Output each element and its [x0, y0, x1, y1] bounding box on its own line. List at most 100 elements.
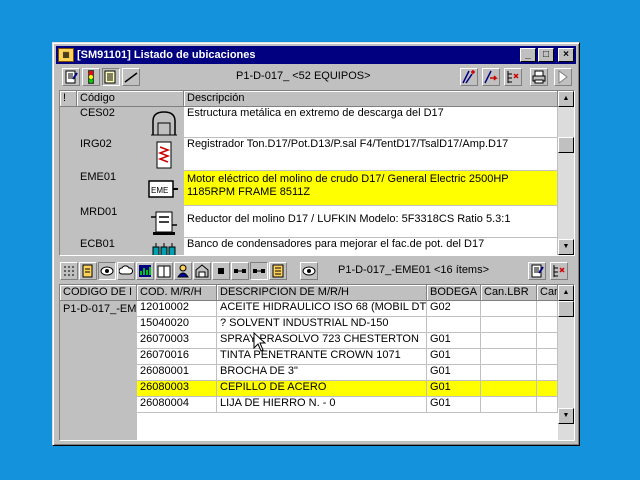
item-code[interactable]: 26070003: [137, 333, 217, 349]
scroll-down-button[interactable]: ▼: [558, 408, 574, 424]
item-qty[interactable]: [537, 365, 558, 381]
item-qty[interactable]: [537, 349, 558, 365]
item-qty-lbr-selected[interactable]: [481, 381, 537, 397]
item-code[interactable]: 12010002: [137, 301, 217, 317]
items-scrollbar[interactable]: ▲ ▼: [558, 285, 574, 440]
edit-icon[interactable]: [62, 68, 80, 86]
equipment-code: MRD01: [80, 206, 118, 218]
equipment-scrollbar[interactable]: ▲ ▼: [558, 91, 574, 255]
equipment-description-line2: 1185RPM FRAME 8511Z: [187, 186, 311, 198]
grip-icon[interactable]: [60, 262, 78, 280]
item-description[interactable]: LIJA DE HIERRO N. - 0: [217, 397, 427, 413]
equipment-description-selected[interactable]: Motor eléctrico del molino de crudo D17/…: [184, 171, 558, 206]
item-qty-lbr[interactable]: [481, 397, 537, 413]
grid-header-warehouse[interactable]: BODEGA: [427, 285, 481, 301]
eye-icon[interactable]: [98, 262, 116, 280]
book-icon[interactable]: [155, 262, 173, 280]
list-item[interactable]: ECB01: [77, 238, 184, 255]
item-description[interactable]: SPRAY PRASOLVO 723 CHESTERTON: [217, 333, 427, 349]
list-item[interactable]: IRG02: [77, 138, 184, 171]
warehouse-icon[interactable]: [193, 262, 211, 280]
item-description[interactable]: ? SOLVENT INDUSTRIAL ND-150: [217, 317, 427, 333]
electric-motor-icon: EME: [148, 180, 178, 198]
grid-header-code[interactable]: Código: [77, 91, 184, 107]
item-qty[interactable]: [537, 397, 558, 413]
item-qty-lbr[interactable]: [481, 349, 537, 365]
item-qty[interactable]: [537, 301, 558, 317]
item-qty-lbr[interactable]: [481, 317, 537, 333]
grid-header-item-code[interactable]: COD. M/R/H: [137, 285, 217, 301]
list-icon[interactable]: [102, 68, 120, 86]
row-indicator[interactable]: [60, 206, 77, 238]
pen-icon[interactable]: [122, 68, 140, 86]
notes-icon[interactable]: [269, 262, 287, 280]
item-qty[interactable]: [537, 317, 558, 333]
print-icon[interactable]: [530, 68, 548, 86]
edit-list-icon[interactable]: [528, 262, 546, 280]
list-item[interactable]: MRD01: [77, 206, 184, 238]
chart-icon[interactable]: [136, 262, 154, 280]
item-description-selected[interactable]: CEPILLO DE ACERO: [217, 381, 427, 397]
item-code[interactable]: 26070016: [137, 349, 217, 365]
list-item-selected[interactable]: EME01 EME: [77, 171, 184, 206]
item-description[interactable]: ACEITE HIDRAULICO ISO 68 (MOBIL DTE: [217, 301, 427, 317]
grid-header-location[interactable]: CODIGO DE I: [60, 285, 137, 301]
maximize-button[interactable]: □: [538, 48, 554, 62]
item-description[interactable]: TINTA PENETRANTE CROWN 1071: [217, 349, 427, 365]
scroll-up-button[interactable]: ▲: [558, 91, 574, 107]
item-code[interactable]: 26080001: [137, 365, 217, 381]
link-icon[interactable]: [231, 262, 249, 280]
grid-header-description[interactable]: Descripción: [184, 91, 558, 107]
item-code[interactable]: 15040020: [137, 317, 217, 333]
item-qty-selected[interactable]: [537, 381, 558, 397]
item-code-selected[interactable]: 26080003: [137, 381, 217, 397]
mouse-cursor-icon: [253, 332, 267, 352]
scroll-down-button[interactable]: ▼: [558, 239, 574, 255]
row-indicator[interactable]: [60, 138, 77, 171]
cloud-icon[interactable]: [117, 262, 135, 280]
grid-header-qty-lbr[interactable]: Can.LBR: [481, 285, 537, 301]
scroll-thumb[interactable]: [558, 137, 574, 153]
forward-filter-icon[interactable]: [482, 68, 500, 86]
item-code[interactable]: 26080004: [137, 397, 217, 413]
link-active-icon[interactable]: [250, 262, 268, 280]
next-arrow-icon[interactable]: [554, 68, 572, 86]
row-indicator[interactable]: [60, 171, 77, 206]
traffic-light-icon[interactable]: [82, 68, 100, 86]
list-item[interactable]: CES02: [77, 107, 184, 138]
tree-filter-icon[interactable]: [504, 68, 522, 86]
item-warehouse-selected[interactable]: G01: [427, 381, 481, 397]
title-bar[interactable]: ▦ [SM91101] Listado de ubicaciones _ □ ×: [56, 46, 576, 64]
location-cell[interactable]: P1-D-017_-EM: [60, 301, 137, 440]
item-qty[interactable]: [537, 333, 558, 349]
filter-icon[interactable]: [460, 68, 478, 86]
item-warehouse[interactable]: G01: [427, 365, 481, 381]
view-eye-icon[interactable]: [300, 262, 318, 280]
item-description[interactable]: BROCHA DE 3": [217, 365, 427, 381]
svg-text:EME: EME: [151, 186, 168, 195]
equipment-description-line1: Motor eléctrico del molino de crudo D17/…: [187, 173, 509, 185]
item-qty-lbr[interactable]: [481, 365, 537, 381]
grid-header-qty[interactable]: Car: [537, 285, 558, 301]
item-qty-lbr[interactable]: [481, 301, 537, 317]
close-button[interactable]: ×: [558, 48, 574, 62]
scroll-up-button[interactable]: ▲: [558, 285, 574, 301]
tree-filter-icon[interactable]: [550, 262, 568, 280]
person-icon[interactable]: [174, 262, 192, 280]
item-qty-lbr[interactable]: [481, 333, 537, 349]
item-warehouse[interactable]: G02: [427, 301, 481, 317]
square-icon[interactable]: [212, 262, 230, 280]
grid-header-flag[interactable]: !: [60, 91, 77, 107]
item-warehouse[interactable]: G01: [427, 333, 481, 349]
equipment-description: Reductor del molino D17 / LUFKIN Modelo:…: [184, 206, 558, 238]
item-warehouse[interactable]: [427, 317, 481, 333]
grid-header-item-description[interactable]: DESCRIPCION DE M/R/H: [217, 285, 427, 301]
items-location-label: P1-D-017_-EME01 <16 ítems>: [338, 264, 490, 276]
row-indicator[interactable]: [60, 238, 77, 255]
minimize-button[interactable]: _: [520, 48, 536, 62]
scroll-thumb[interactable]: [558, 301, 574, 317]
item-warehouse[interactable]: G01: [427, 349, 481, 365]
edit-icon[interactable]: [79, 262, 97, 280]
row-indicator[interactable]: [60, 107, 77, 138]
item-warehouse[interactable]: G01: [427, 397, 481, 413]
